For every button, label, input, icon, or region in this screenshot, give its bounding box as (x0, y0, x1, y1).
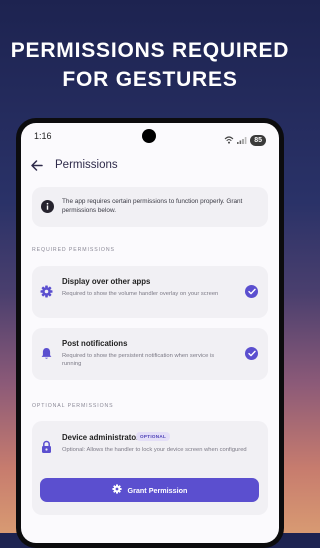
phone-screen: 1:16 85 Permissions The app requires cer… (21, 123, 279, 543)
permission-description: Required to show the volume handler over… (62, 291, 219, 297)
permission-card-display-over-apps[interactable]: Display over other apps Required to show… (32, 266, 268, 318)
page-title: Permissions (55, 159, 118, 171)
app-bar: Permissions (21, 155, 279, 177)
permission-card-device-admin: Device administrator OPTIONAL Optional: … (32, 421, 268, 515)
headline-line-1: PERMISSIONS REQUIRED (10, 39, 290, 62)
bell-icon (40, 347, 53, 365)
headline-line-2: FOR GESTURES (62, 68, 238, 91)
signal-icon (237, 131, 247, 149)
gear-icon (40, 285, 53, 303)
permission-description: Required to show the persistent notifica… (62, 353, 215, 368)
battery-icon: 85 (250, 134, 266, 146)
permission-title: Device administrator (62, 433, 140, 442)
info-card: The app requires certain permissions to … (32, 187, 268, 227)
optional-badge: OPTIONAL (136, 432, 171, 441)
permission-title: Display over other apps (62, 277, 151, 286)
section-required-heading: REQUIRED PERMISSIONS (32, 247, 115, 253)
camera-cutout (142, 129, 156, 143)
gear-icon (111, 484, 122, 496)
status-bar: 1:16 85 (21, 123, 279, 149)
grant-button-label: Grant Permission (127, 485, 188, 495)
lock-icon (40, 440, 53, 459)
status-time: 1:16 (34, 131, 52, 141)
arrow-left-icon[interactable] (31, 158, 43, 176)
permission-title: Post notifications (62, 339, 128, 348)
section-optional-heading: OPTIONAL PERMISSIONS (32, 403, 114, 409)
permission-description: Optional: Allows the handler to lock you… (62, 447, 247, 453)
wifi-icon (224, 131, 234, 149)
grant-permission-button[interactable]: Grant Permission (40, 478, 259, 502)
promo-headline: PERMISSIONS REQUIRED FOR GESTURES (0, 36, 300, 94)
battery-level: 85 (254, 136, 262, 144)
info-icon (41, 200, 54, 218)
check-circle-icon (245, 285, 258, 298)
status-icons: 85 (224, 131, 266, 149)
check-circle-icon (245, 347, 258, 360)
info-text: The app requires certain permissions to … (62, 198, 243, 214)
permission-card-post-notifications[interactable]: Post notifications Required to show the … (32, 328, 268, 380)
